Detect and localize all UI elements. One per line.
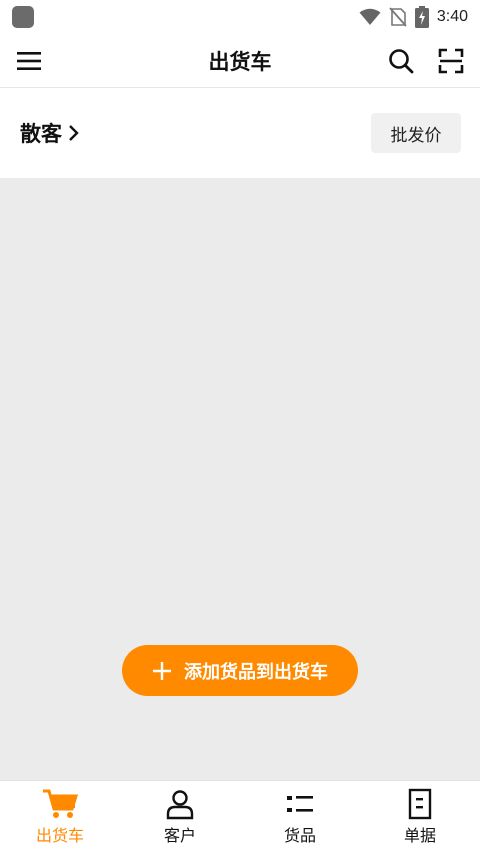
plus-icon xyxy=(153,661,171,680)
nav-item-cart[interactable]: 出货车 xyxy=(0,781,120,853)
add-goods-label: 添加货品到出货车 xyxy=(184,661,328,683)
nav-label-documents: 单据 xyxy=(403,826,436,845)
nav-item-customers[interactable]: 客户 xyxy=(120,781,240,853)
bottom-nav: 出货车 客户 货品 单据 xyxy=(0,780,480,853)
status-bar: 3:40 xyxy=(0,0,480,34)
scan-button[interactable] xyxy=(436,46,466,76)
document-icon xyxy=(408,788,432,820)
add-goods-button[interactable]: 添加货品到出货车 xyxy=(122,645,358,696)
search-icon xyxy=(389,48,414,73)
status-time: 3:40 xyxy=(436,8,468,25)
no-sim-icon xyxy=(389,7,407,27)
customer-row: 散客 批发价 xyxy=(0,88,480,178)
chevron-right-icon xyxy=(69,125,79,141)
price-type-button[interactable]: 批发价 xyxy=(371,113,461,153)
wifi-icon xyxy=(359,8,381,25)
nav-label-goods: 货品 xyxy=(283,826,316,845)
customer-name-label: 散客 xyxy=(20,122,62,146)
nav-item-documents[interactable]: 单据 xyxy=(360,781,480,853)
battery-charging-icon xyxy=(414,6,429,28)
app-bar: 出货车 xyxy=(0,34,480,88)
list-icon xyxy=(287,796,313,812)
menu-icon xyxy=(17,51,41,70)
person-icon xyxy=(166,790,194,820)
status-left xyxy=(12,6,34,28)
cart-icon xyxy=(43,789,78,818)
app-actions xyxy=(386,46,466,76)
status-right: 3:40 xyxy=(359,6,468,28)
nav-label-customers: 客户 xyxy=(163,826,196,845)
nav-label-cart: 出货车 xyxy=(35,826,84,845)
notification-app-icon xyxy=(12,6,34,28)
nav-item-goods[interactable]: 货品 xyxy=(240,781,360,853)
menu-button[interactable] xyxy=(14,46,44,76)
scan-icon xyxy=(438,48,464,73)
customer-selector[interactable]: 散客 xyxy=(20,118,80,148)
search-button[interactable] xyxy=(386,46,416,76)
